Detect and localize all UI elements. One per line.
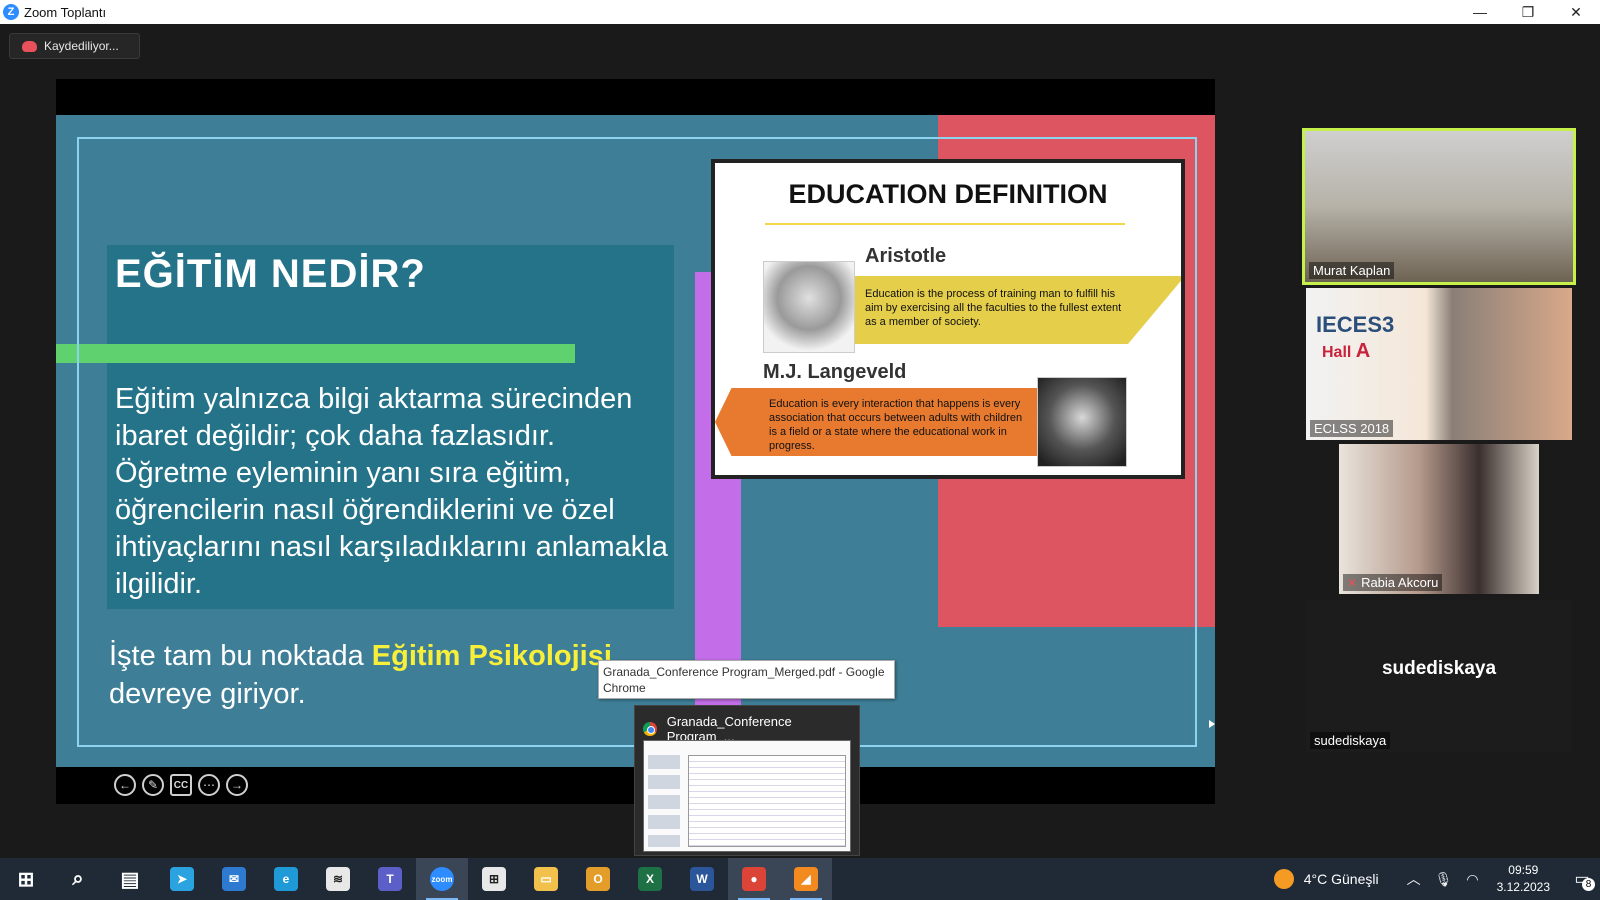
- windows-taskbar: ⊞ ⌕ ▤ ➤ ✉ e ≋ Tzoom ⊞ ▭ O X W ● ◢ 4°C Güneşli ︿ 🎙 ◠ 09…: [0, 858, 1600, 900]
- edge-glyph: e: [274, 867, 298, 891]
- participant-tile[interactable]: ✕ Rabia Akcoru: [1339, 444, 1539, 594]
- taskbar-zoom-icon[interactable]: zoom: [416, 858, 468, 900]
- captions-icon[interactable]: CC: [170, 774, 192, 796]
- chrome-icon: [643, 722, 657, 736]
- pdf-page-content: [688, 755, 846, 847]
- taskbar-search-icon[interactable]: ⌕: [52, 858, 104, 900]
- recording-badge[interactable]: Kaydediliyor...: [9, 33, 140, 59]
- aristotle-portrait: [763, 261, 855, 353]
- restore-button[interactable]: ❐: [1504, 0, 1552, 24]
- participant-name: Murat Kaplan: [1309, 262, 1395, 279]
- hall-letter: A: [1355, 340, 1371, 362]
- task-view-glyph: ▤: [118, 867, 142, 891]
- window-titlebar: Z Zoom Toplantı — ❐ ✕: [0, 0, 1600, 24]
- preview-thumbnail[interactable]: [643, 740, 851, 852]
- taskbar-teams-icon[interactable]: T: [364, 858, 416, 900]
- slide-title: EĞİTİM NEDİR?: [115, 252, 426, 296]
- chrome-glyph: ●: [742, 867, 766, 891]
- weather-sun-icon[interactable]: [1273, 869, 1294, 889]
- system-tray: 4°C Güneşli ︿ 🎙 ◠ 09:59 3.12.2023 ▭ 8: [1273, 858, 1600, 900]
- participant-tile-active-speaker[interactable]: Murat Kaplan: [1302, 128, 1576, 285]
- notification-center-icon[interactable]: ▭ 8: [1564, 858, 1600, 900]
- taskbar-word-icon[interactable]: W: [676, 858, 728, 900]
- taskbar-store-icon[interactable]: ⊞: [468, 858, 520, 900]
- clock-date: 3.12.2023: [1496, 880, 1550, 894]
- excel-glyph: X: [638, 867, 662, 891]
- card-heading: EDUCATION DEFINITION: [788, 179, 1108, 209]
- taskbar-task-view-icon[interactable]: ▤: [104, 858, 156, 900]
- taskbar-stocks-icon[interactable]: ≋: [312, 858, 364, 900]
- taskbar-file-explorer-icon[interactable]: ▭: [520, 858, 572, 900]
- wifi-icon[interactable]: ◠: [1466, 871, 1478, 888]
- slide-footer-highlight: Eğitim Psikolojisi: [371, 640, 612, 672]
- pen-icon[interactable]: ✎: [142, 774, 164, 796]
- participant-tile-video-off[interactable]: sudediskaya sudediskaya: [1306, 600, 1572, 752]
- education-definition-card: EDUCATION DEFINITION Aristotle Education…: [711, 159, 1185, 479]
- participant-center-name: sudediskaya: [1381, 658, 1497, 679]
- participant-name: ECLSS 2018: [1310, 420, 1394, 437]
- more-options-icon[interactable]: ⋯: [198, 774, 220, 796]
- slide-footer-prefix: İşte tam bu noktada: [109, 640, 364, 672]
- slide-control-toolbar: ← ✎ CC ⋯ →: [114, 774, 248, 796]
- participant-name: sudediskaya: [1310, 732, 1391, 749]
- minimize-button[interactable]: —: [1456, 0, 1504, 24]
- card-person2-name: M.J. Langeveld: [763, 361, 907, 383]
- card-person1-name: Aristotle: [865, 245, 947, 267]
- teams-glyph: T: [378, 867, 402, 891]
- clock[interactable]: 09:59 3.12.2023: [1497, 862, 1550, 896]
- virtual-background-title: IECES3: [1316, 312, 1395, 337]
- mail-glyph: ✉: [222, 867, 246, 891]
- taskbar-outlook-icon[interactable]: O: [572, 858, 624, 900]
- taskbar-edge-icon[interactable]: e: [260, 858, 312, 900]
- notification-count: 8: [1582, 878, 1595, 891]
- virtual-background-hall: Hall A: [1322, 340, 1370, 363]
- slide-footer-suffix: devreye giriyor.: [109, 678, 306, 710]
- start-glyph: ⊞: [14, 867, 38, 891]
- stocks-glyph: ≋: [326, 867, 350, 891]
- participant-name: Rabia Akcoru: [1361, 575, 1439, 590]
- window-tooltip: Granada_Conference Program_Merged.pdf - …: [598, 660, 895, 699]
- file-explorer-glyph: ▭: [534, 867, 558, 891]
- mouse-cursor-icon: [1209, 720, 1215, 728]
- word-glyph: W: [690, 867, 714, 891]
- window-controls: — ❐ ✕: [1456, 0, 1600, 24]
- pdf-page-sidebar: [648, 755, 680, 847]
- window-title: Zoom Toplantı: [24, 4, 107, 20]
- participant-name-row: ✕ Rabia Akcoru: [1343, 574, 1443, 591]
- zoom-glyph: zoom: [430, 867, 454, 891]
- taskbar-chrome-icon[interactable]: ●: [728, 858, 780, 900]
- taskbar-telegram-icon[interactable]: ➤: [156, 858, 208, 900]
- taskbar-excel-icon[interactable]: X: [624, 858, 676, 900]
- weather-text[interactable]: 4°C Güneşli: [1304, 871, 1379, 887]
- clock-time: 09:59: [1508, 863, 1539, 877]
- store-glyph: ⊞: [482, 867, 506, 891]
- zoom-app-icon: Z: [3, 4, 19, 20]
- show-hidden-icons-icon[interactable]: ︿: [1407, 869, 1421, 889]
- card-quote1: Education is the process of training man…: [865, 288, 1122, 328]
- app-orange-glyph: ◢: [794, 867, 818, 891]
- outlook-glyph: O: [586, 867, 610, 891]
- slide-footer-text: İşte tam bu noktada Eğitim Psikolojisi d…: [109, 637, 612, 713]
- card-quote2: Education is every interaction that happ…: [769, 398, 1023, 452]
- search-glyph: ⌕: [66, 867, 90, 891]
- recording-label: Kaydediliyor...: [44, 39, 119, 53]
- microphone-icon[interactable]: 🎙: [1435, 871, 1453, 888]
- card-heading-underline: [765, 223, 1125, 225]
- next-slide-icon[interactable]: →: [226, 774, 248, 796]
- taskbar-start-icon[interactable]: ⊞: [0, 858, 52, 900]
- mic-muted-icon: ✕: [1347, 576, 1358, 590]
- hall-label: Hall: [1322, 344, 1352, 361]
- taskbar-window-preview[interactable]: Granada_Conference Program_...: [634, 705, 860, 856]
- cloud-record-icon: [22, 40, 37, 52]
- langeveld-portrait: [1037, 377, 1127, 467]
- taskbar-app-orange-icon[interactable]: ◢: [780, 858, 832, 900]
- telegram-glyph: ➤: [170, 867, 194, 891]
- prev-slide-icon[interactable]: ←: [114, 774, 136, 796]
- taskbar-mail-icon[interactable]: ✉: [208, 858, 260, 900]
- slide-body-text: Eğitim yalnızca bilgi aktarma sürecinden…: [115, 383, 668, 600]
- close-button[interactable]: ✕: [1552, 0, 1600, 24]
- participant-tile[interactable]: IECES3 Hall A ECLSS 2018: [1306, 288, 1572, 440]
